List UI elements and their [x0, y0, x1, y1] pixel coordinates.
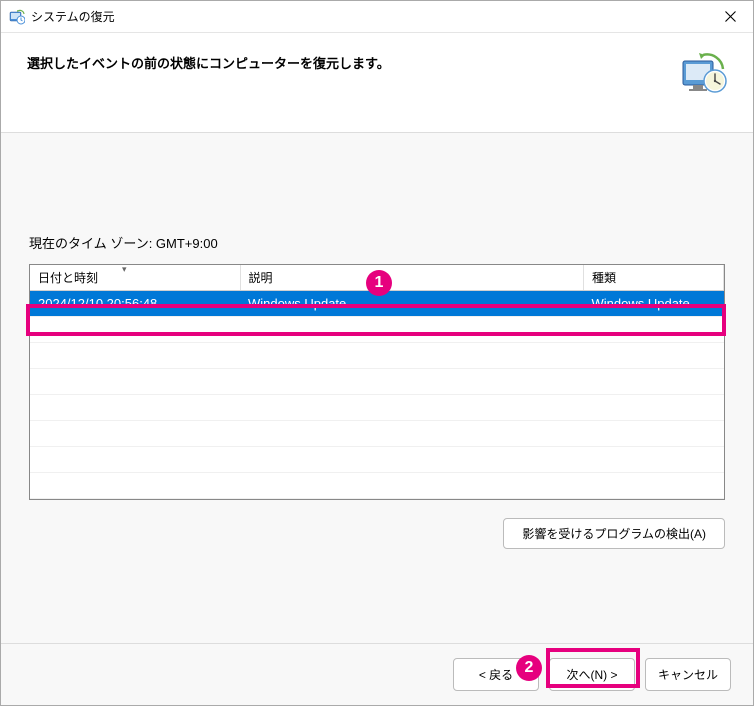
close-button[interactable]	[707, 1, 753, 33]
column-header-description[interactable]: 説明	[240, 265, 584, 291]
detect-button-row: 影響を受けるプログラムの検出(A)	[29, 518, 725, 549]
table-row[interactable]	[30, 317, 724, 343]
timezone-label: 現在のタイム ゾーン: GMT+9:00	[29, 233, 725, 252]
cell-date: 2024/12/10 20:56:48	[30, 291, 240, 317]
header-section: 選択したイベントの前の状態にコンピューターを復元します。	[1, 33, 753, 133]
table-row[interactable]	[30, 421, 724, 447]
column-header-type[interactable]: 種類	[584, 265, 724, 291]
window-title: システムの復元	[31, 8, 115, 25]
restore-points-table: 日付と時刻 ▾ 説明 種類 2024/12/10 20:56:48	[29, 264, 725, 500]
system-restore-window: システムの復元 選択したイベントの前の状態にコンピューターを復元します。	[0, 0, 754, 706]
column-header-description-label: 説明	[249, 271, 273, 285]
table-row[interactable]	[30, 369, 724, 395]
column-header-date-label: 日付と時刻	[38, 271, 98, 285]
titlebar: システムの復元	[1, 1, 753, 33]
table-row[interactable]	[30, 447, 724, 473]
table-row[interactable]	[30, 395, 724, 421]
header-instruction: 選択したイベントの前の状態にコンピューターを復元します。	[27, 51, 390, 72]
column-header-type-label: 種類	[592, 271, 616, 285]
content-area: 現在のタイム ゾーン: GMT+9:00 日付と時刻 ▾ 説明 種類	[1, 133, 753, 643]
table-row[interactable]	[30, 473, 724, 499]
next-button[interactable]: 次へ(N) >	[549, 658, 635, 691]
cell-type: Windows Update	[584, 291, 724, 317]
footer: < 戻る 次へ(N) > キャンセル	[1, 643, 753, 705]
annotation-badge-2: 2	[516, 655, 542, 681]
cell-description: Windows Update	[240, 291, 584, 317]
annotation-badge-1: 1	[366, 270, 392, 296]
system-restore-icon	[9, 9, 25, 25]
titlebar-left: システムの復元	[9, 8, 115, 25]
column-header-date[interactable]: 日付と時刻 ▾	[30, 265, 240, 291]
restore-large-icon	[679, 51, 727, 99]
table-row[interactable]	[30, 343, 724, 369]
detect-affected-programs-button[interactable]: 影響を受けるプログラムの検出(A)	[503, 518, 725, 549]
cancel-button[interactable]: キャンセル	[645, 658, 731, 691]
sort-descending-icon: ▾	[122, 264, 127, 275]
